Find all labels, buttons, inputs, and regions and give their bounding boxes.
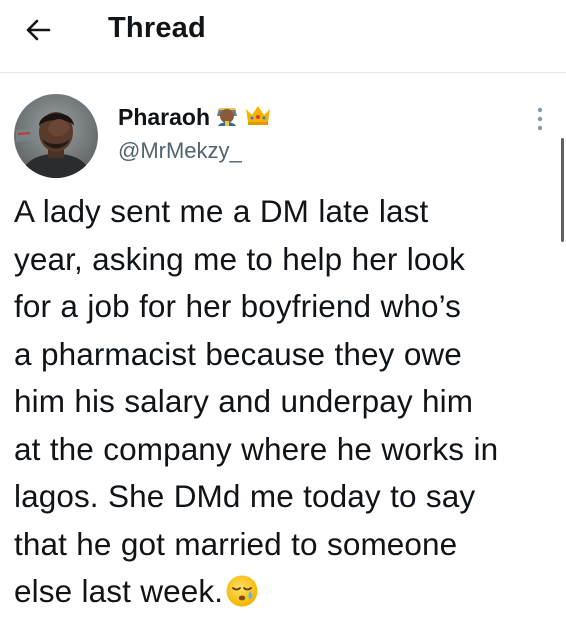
tweet-line: A lady sent me a DM late last [14, 193, 429, 229]
tweet-line: at the company where he works in [14, 430, 499, 467]
display-name[interactable]: Pharaoh [118, 102, 210, 132]
arrow-left-icon [26, 19, 51, 41]
avatar[interactable] [14, 94, 98, 178]
more-options-button[interactable] [528, 102, 552, 136]
page-title: Thread [108, 12, 206, 44]
user-handle[interactable]: @MrMekzy_ [118, 136, 272, 166]
tweet-line: for a job for her boyfriend who’s [14, 288, 461, 324]
tweet-line: a pharmacist because they owe [14, 335, 462, 372]
tweet-line: that he got married to someone [14, 525, 458, 562]
more-vertical-icon [537, 107, 543, 131]
thread-header: Thread [0, 0, 566, 73]
back-button[interactable] [20, 12, 56, 48]
author-info: Pharaoh @MrMekzy_ [118, 100, 272, 166]
scrollbar[interactable] [561, 138, 564, 242]
pharaoh-emoji-icon [214, 102, 240, 133]
tweet-last-line: else last week. [14, 568, 554, 622]
tweet-text: A lady sent me a DM late last year, aski… [14, 188, 554, 622]
sleepy-face-emoji-icon [225, 574, 259, 622]
tweet-line: year, asking me to help her look [14, 240, 465, 277]
tweet-line: him his salary and underpay him [14, 383, 474, 419]
display-name-row: Pharaoh [118, 100, 272, 134]
crown-emoji-icon [244, 103, 272, 132]
tweet-line-text: else last week. [14, 573, 224, 609]
tweet-line: lagos. She DMd me today to say [14, 478, 476, 514]
